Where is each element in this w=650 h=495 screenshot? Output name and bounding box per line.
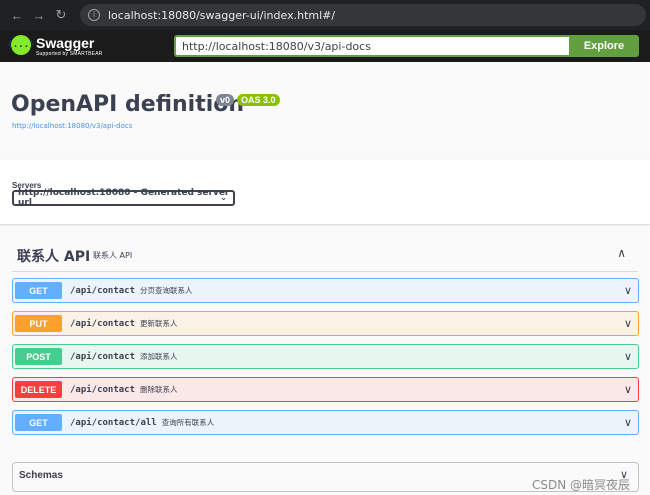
swagger-logo-icon: {...} xyxy=(7,35,35,55)
browser-toolbar: ← → ↻ i localhost:18080/swagger-ui/index… xyxy=(0,0,650,30)
swagger-logo-name: Swagger xyxy=(36,35,95,51)
method-badge: POST xyxy=(15,348,62,365)
operation-path: /api/contact/all xyxy=(70,417,157,428)
operation-summary: 查询所有联系人 xyxy=(161,418,215,427)
forward-arrow-icon[interactable]: → xyxy=(28,4,50,26)
api-docs-link[interactable]: http://localhost:18080/v3/api-docs xyxy=(12,122,132,130)
chevron-down-icon[interactable]: ∨ xyxy=(624,416,632,429)
tag-header-contact[interactable]: 联系人 API 联系人 API ∧ xyxy=(12,240,638,272)
tag-description: 联系人 API xyxy=(93,251,133,260)
method-badge: GET xyxy=(15,282,62,299)
site-info-icon[interactable]: i xyxy=(88,9,100,21)
operation-post-contact[interactable]: POST /api/contact 添加联系人 ∨ xyxy=(12,344,639,369)
method-badge: DELETE xyxy=(15,381,62,398)
version-badge: v0 xyxy=(216,94,235,106)
chevron-down-icon: ⌄ xyxy=(220,193,227,202)
spec-url-input[interactable] xyxy=(174,35,570,57)
reload-icon[interactable]: ↻ xyxy=(50,4,72,26)
chevron-down-icon[interactable]: ∨ xyxy=(624,383,632,396)
schemas-title[interactable]: Schemas xyxy=(19,470,63,481)
operation-path: /api/contact xyxy=(70,351,136,362)
operation-delete-contact[interactable]: DELETE /api/contact 删除联系人 ∨ xyxy=(12,377,639,402)
operation-path: /api/contact xyxy=(70,384,136,395)
oas-badge: OAS 3.0 xyxy=(237,94,280,106)
chevron-down-icon[interactable]: ∨ xyxy=(624,284,632,297)
back-arrow-icon[interactable]: ← xyxy=(6,4,28,26)
operation-summary: 更新联系人 xyxy=(140,319,178,328)
operation-summary: 删除联系人 xyxy=(140,385,178,394)
method-badge: GET xyxy=(15,414,62,431)
operation-put-contact[interactable]: PUT /api/contact 更新联系人 ∨ xyxy=(12,311,639,336)
chevron-down-icon[interactable]: ∨ xyxy=(624,317,632,330)
address-url[interactable]: localhost:18080/swagger-ui/index.html#/ xyxy=(108,9,335,22)
method-badge: PUT xyxy=(15,315,62,332)
operation-summary: 添加联系人 xyxy=(140,352,178,361)
info-section: OpenAPI definition v0 OAS 3.0 http://loc… xyxy=(0,62,650,158)
operation-summary: 分页查询联系人 xyxy=(140,286,193,295)
address-bar[interactable]: i localhost:18080/swagger-ui/index.html#… xyxy=(80,4,646,26)
operation-path: /api/contact xyxy=(70,318,136,329)
operation-get-contact-all[interactable]: GET /api/contact/all 查询所有联系人 ∨ xyxy=(12,410,639,435)
page-title: OpenAPI definition xyxy=(11,92,245,117)
tag-name[interactable]: 联系人 API xyxy=(17,246,90,266)
watermark: CSDN @暗冥夜辰 xyxy=(531,478,630,492)
servers-section: Servers http://localhost:18080 - Generat… xyxy=(0,160,650,224)
server-select-value: http://localhost:18080 - Generated serve… xyxy=(18,188,230,208)
operation-get-contact[interactable]: GET /api/contact 分页查询联系人 ∨ xyxy=(12,278,639,303)
chevron-down-icon[interactable]: ∨ xyxy=(624,350,632,363)
chevron-up-icon[interactable]: ∧ xyxy=(617,246,626,260)
server-select[interactable]: http://localhost:18080 - Generated serve… xyxy=(12,188,235,208)
operation-path: /api/contact xyxy=(70,285,136,296)
swagger-logo-subtitle: Supported by SMARTBEAR xyxy=(36,51,103,57)
explore-button[interactable]: Explore xyxy=(569,35,639,57)
